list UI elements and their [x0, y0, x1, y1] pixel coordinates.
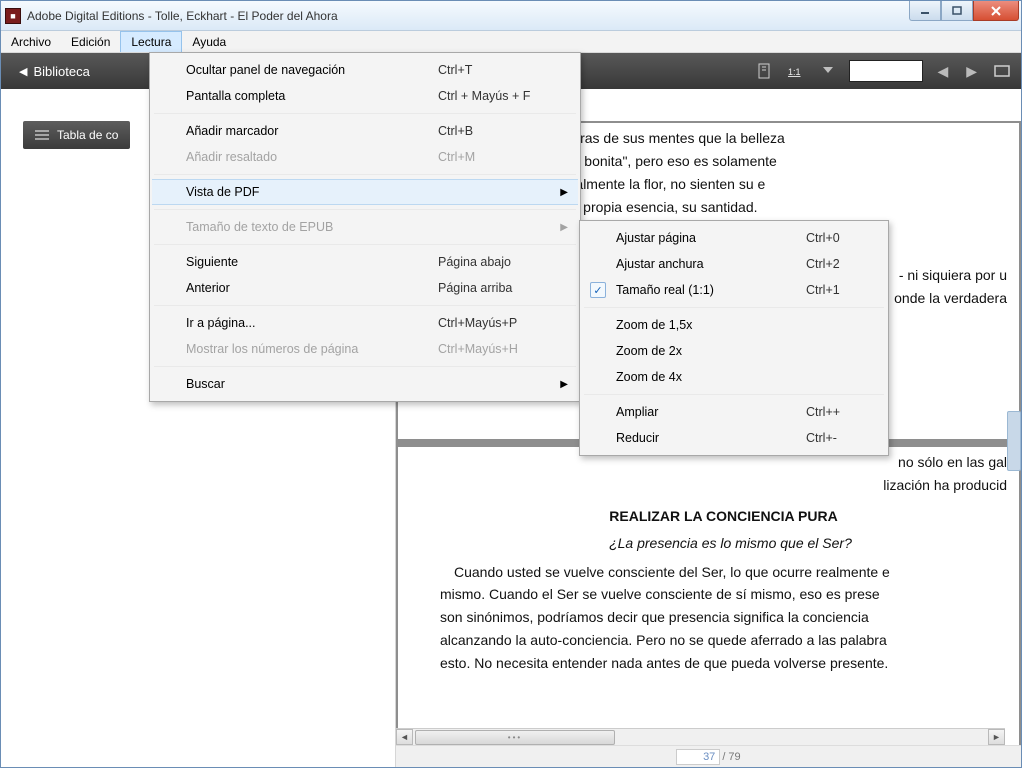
submenu-arrow-icon: ▶ — [560, 187, 568, 198]
submenu-item[interactable]: Ajustar anchuraCtrl+2 — [582, 251, 886, 277]
bookmark-icon[interactable] — [753, 60, 775, 82]
page-input[interactable] — [849, 60, 923, 82]
submenu-item[interactable]: ReducirCtrl+- — [582, 425, 886, 451]
back-arrow-icon: ◀ — [19, 65, 27, 78]
window-title: Adobe Digital Editions - Tolle, Eckhart … — [27, 9, 338, 23]
page-2: no sólo en las gal lización ha producid … — [398, 447, 1019, 745]
vertical-scrollbar-thumb[interactable] — [1007, 411, 1021, 471]
svg-text:1:1: 1:1 — [788, 67, 801, 77]
page-total: / 79 — [722, 751, 740, 763]
submenu-item[interactable]: ✓Tamaño real (1:1)Ctrl+1 — [582, 277, 886, 303]
page-current-input[interactable] — [676, 749, 720, 765]
prev-page-button[interactable]: ◀ — [933, 63, 952, 80]
menu-item[interactable]: Buscar▶ — [152, 371, 578, 397]
app-icon: ■ — [5, 8, 21, 24]
check-icon: ✓ — [590, 282, 606, 298]
menu-item: Tamaño de texto de EPUB▶ — [152, 214, 578, 240]
submenu-item[interactable]: Zoom de 4x — [582, 364, 886, 390]
menubar: Archivo Edición Lectura Ayuda — [1, 31, 1021, 53]
scroll-left-button[interactable]: ◄ — [396, 729, 413, 745]
menu-item[interactable]: SiguientePágina abajo — [152, 249, 578, 275]
menu-item[interactable]: Ocultar panel de navegaciónCtrl+T — [152, 57, 578, 83]
list-icon — [35, 129, 49, 141]
zoom-menu-icon[interactable] — [817, 60, 839, 82]
menu-item[interactable]: Añadir marcadorCtrl+B — [152, 118, 578, 144]
close-button[interactable] — [973, 1, 1019, 21]
submenu-arrow-icon: ▶ — [560, 379, 568, 390]
status-bar: / 79 — [396, 745, 1021, 767]
scroll-right-button[interactable]: ► — [988, 729, 1005, 745]
section-heading: REALIZAR LA CONCIENCIA PURA — [440, 507, 1007, 526]
submenu-item[interactable]: Ajustar páginaCtrl+0 — [582, 225, 886, 251]
menu-edicion[interactable]: Edición — [61, 31, 120, 52]
menu-lectura[interactable]: Lectura — [120, 31, 182, 52]
menu-item: Añadir resaltadoCtrl+M — [152, 144, 578, 170]
window-controls — [909, 1, 1019, 21]
menu-item[interactable]: Vista de PDF▶ — [152, 179, 578, 205]
horizontal-scrollbar[interactable]: ◄ ••• ► — [396, 728, 1005, 745]
vista-pdf-submenu: Ajustar páginaCtrl+0Ajustar anchuraCtrl+… — [579, 220, 889, 456]
menu-item: Mostrar los números de páginaCtrl+Mayús+… — [152, 336, 578, 362]
next-page-button[interactable]: ▶ — [962, 63, 981, 80]
menu-item[interactable]: Ir a página...Ctrl+Mayús+P — [152, 310, 578, 336]
minimize-button[interactable] — [909, 1, 941, 21]
actual-size-icon[interactable]: 1:1 — [785, 60, 807, 82]
toc-tab[interactable]: Tabla de co — [23, 121, 130, 149]
menu-item[interactable]: AnteriorPágina arriba — [152, 275, 578, 301]
horizontal-scrollbar-thumb[interactable]: ••• — [415, 730, 615, 745]
submenu-arrow-icon: ▶ — [560, 222, 568, 233]
menu-item[interactable]: Pantalla completaCtrl + Mayús + F — [152, 83, 578, 109]
lectura-menu: Ocultar panel de navegaciónCtrl+TPantall… — [149, 52, 581, 402]
fullscreen-icon[interactable] — [991, 60, 1013, 82]
titlebar: ■ Adobe Digital Editions - Tolle, Eckhar… — [1, 1, 1021, 31]
library-label: Biblioteca — [33, 64, 89, 79]
menu-archivo[interactable]: Archivo — [1, 31, 61, 52]
menu-ayuda[interactable]: Ayuda — [182, 31, 236, 52]
maximize-button[interactable] — [941, 1, 973, 21]
toc-label: Tabla de co — [57, 128, 118, 142]
submenu-item[interactable]: Zoom de 2x — [582, 338, 886, 364]
library-button[interactable]: ◀ Biblioteca — [9, 64, 100, 79]
submenu-item[interactable]: AmpliarCtrl++ — [582, 399, 886, 425]
submenu-item[interactable]: Zoom de 1,5x — [582, 312, 886, 338]
